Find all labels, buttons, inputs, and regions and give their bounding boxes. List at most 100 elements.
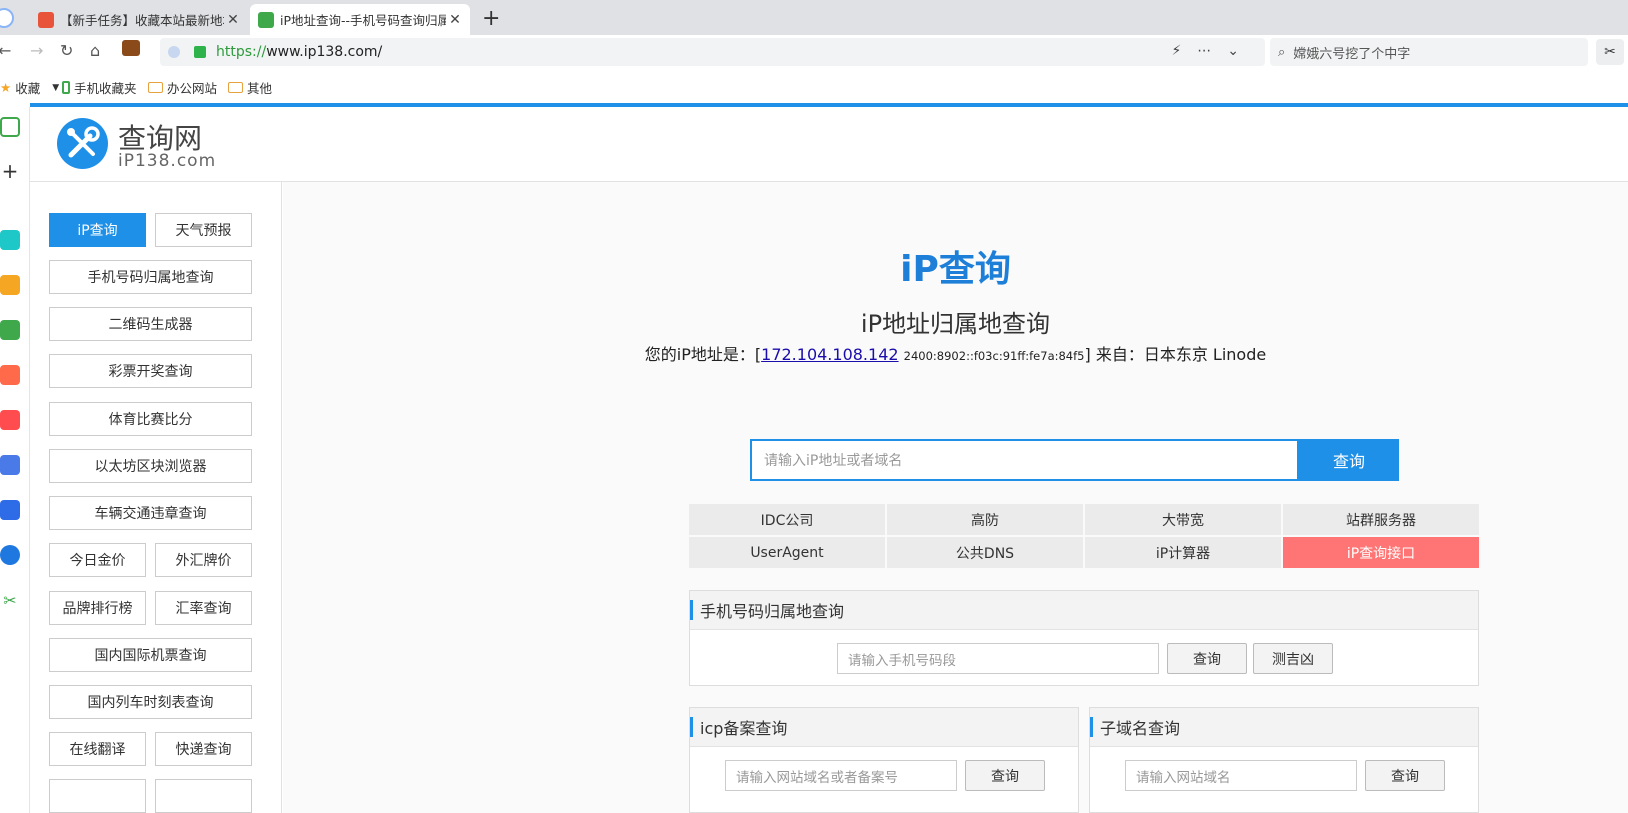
phone-location-panel: 手机号码归属地查询 请输入手机号码段 查询 测吉凶 <box>689 590 1479 686</box>
bookmark-label: 其他 <box>247 81 273 96</box>
ip-search-button[interactable]: 查询 <box>1299 439 1399 481</box>
ip-info-line: 您的iP地址是：[172.104.108.142 2400:8902::f03c… <box>283 341 1628 365</box>
forward-icon[interactable]: → <box>30 41 43 60</box>
image-ai-icon[interactable] <box>0 320 20 340</box>
link-public-dns[interactable]: 公共DNS <box>887 537 1083 568</box>
sidebar-item-lottery[interactable]: 彩票开奖查询 <box>49 354 252 388</box>
close-icon[interactable]: ✕ <box>446 12 464 28</box>
tab-title: 【新手任务】收藏本站最新地址 <box>60 13 224 28</box>
sidebar-item-brand-rank[interactable]: 品牌排行榜 <box>49 591 146 625</box>
link-ip-calculator[interactable]: iP计算器 <box>1085 537 1281 568</box>
icp-panel: icp备案查询 请输入网站域名或者备案号 查询 <box>689 707 1079 813</box>
sidebar-item-more[interactable] <box>155 779 252 813</box>
briefcase-icon[interactable] <box>122 40 140 56</box>
sidebar-item-forex[interactable]: 外汇牌价 <box>155 543 252 577</box>
add-icon[interactable]: + <box>0 161 20 182</box>
bookmark-label: 手机收藏夹 <box>74 81 137 96</box>
site-header: 查询网 iP138.com <box>30 107 1628 182</box>
pdf-ai-icon[interactable] <box>0 365 20 385</box>
scissors-icon[interactable]: ✂ <box>1596 39 1624 65</box>
logo-domain[interactable]: iP138.com <box>118 151 216 171</box>
tab-ip138[interactable]: iP地址查询--手机号码查询归属地 ✕ <box>250 4 470 35</box>
page-subtitle: iP地址归属地查询 <box>860 310 1051 338</box>
bookmark-other[interactable]: 其他 <box>228 78 272 97</box>
sidebar-item-flights[interactable]: 国内国际机票查询 <box>49 638 252 672</box>
sidebar-item-ethereum[interactable]: 以太坊区块浏览器 <box>49 449 252 483</box>
url-protocol: https:// <box>216 44 267 60</box>
subdomain-input[interactable]: 请输入网站域名 <box>1125 760 1357 791</box>
sidebar-item-express[interactable]: 快递查询 <box>155 732 252 766</box>
sidebar-item-sports[interactable]: 体育比赛比分 <box>49 402 252 436</box>
sidebar-item-gold[interactable]: 今日金价 <box>49 543 146 577</box>
phone-luck-button[interactable]: 测吉凶 <box>1253 643 1333 674</box>
ip-location: ] 来自：日本东京 Linode <box>1084 345 1267 364</box>
icp-query-button[interactable]: 查询 <box>965 760 1045 791</box>
edit-ai-icon[interactable] <box>0 455 20 475</box>
toolbar: ← → ↻ ⌂ https:// www.ip138.com/ ⚡⋯⌄ ⌕ 嫦娥… <box>0 35 1628 69</box>
link-idc[interactable]: IDC公司 <box>689 504 885 535</box>
close-icon[interactable]: ✕ <box>224 12 242 28</box>
sidebar-item-phone-location[interactable]: 手机号码归属地查询 <box>49 260 252 294</box>
folder-icon <box>228 82 243 93</box>
phone-icon <box>62 81 70 94</box>
search-placeholder: 嫦娥六号挖了个中字 <box>1293 46 1411 62</box>
site-info-icon[interactable] <box>168 46 180 58</box>
phone-input[interactable]: 请输入手机号码段 <box>837 643 1159 674</box>
star-icon: ★ <box>0 80 12 95</box>
bookmark-bar: ★ 收藏 ▼ 手机收藏夹 办公网站 其他 <box>0 69 1628 103</box>
document-ai-icon[interactable] <box>0 500 20 520</box>
search-icon: ⌕ <box>1278 44 1286 60</box>
phone-query-button[interactable]: 查询 <box>1167 643 1247 674</box>
star-icon[interactable] <box>0 275 20 295</box>
chevron-down-icon[interactable]: ▼ <box>52 83 59 93</box>
tab-new-task[interactable]: 【新手任务】收藏本站最新地址 ✕ <box>30 4 248 35</box>
page-title: iP查询 <box>900 249 1011 290</box>
back-icon[interactable]: ← <box>0 41 11 60</box>
subdomain-query-button[interactable]: 查询 <box>1365 760 1445 791</box>
bookmark-label: 办公网站 <box>167 81 218 96</box>
link-ddos[interactable]: 高防 <box>887 504 1083 535</box>
sidebar-item-ip-query[interactable]: iP查询 <box>49 213 146 247</box>
bookmark-mobile[interactable]: 手机收藏夹 <box>62 78 137 97</box>
link-useragent[interactable]: UserAgent <box>689 537 885 568</box>
tools-logo-icon[interactable] <box>57 118 108 169</box>
ip-search-input[interactable]: 请输入iP地址或者域名 <box>750 439 1299 481</box>
ip-address-link[interactable]: 172.104.108.142 <box>761 345 898 364</box>
translate-icon[interactable] <box>0 545 20 565</box>
panel-title: 手机号码归属地查询 <box>690 591 1478 630</box>
link-site-group[interactable]: 站群服务器 <box>1283 504 1479 535</box>
video-ai-icon[interactable] <box>0 410 20 430</box>
main-content: iP查询 iP地址归属地查询 您的iP地址是：[172.104.108.142 … <box>283 182 1628 813</box>
address-actions[interactable]: ⚡⋯⌄ <box>1171 43 1255 59</box>
lock-icon <box>194 46 206 58</box>
subdomain-panel: 子域名查询 请输入网站域名 查询 <box>1089 707 1479 813</box>
reload-icon[interactable]: ↻ <box>60 41 73 60</box>
new-tab-button[interactable]: + <box>482 6 500 31</box>
browser-sidebar-rail: + ✂ <box>0 107 30 813</box>
folder-icon <box>148 82 163 93</box>
link-bandwidth[interactable]: 大带宽 <box>1085 504 1281 535</box>
bookmark-office[interactable]: 办公网站 <box>148 78 217 97</box>
medical-icon[interactable] <box>0 230 20 250</box>
bookmark-favorites[interactable]: ★ 收藏 ▼ <box>0 78 59 97</box>
bookmark-label: 收藏 <box>15 81 41 96</box>
scissors-icon[interactable]: ✂ <box>0 591 20 611</box>
ipv6-address: 2400:8902::f03c:91ff:fe7a:84f5 <box>903 349 1085 363</box>
icp-placeholder: 请输入网站域名或者备案号 <box>736 769 898 786</box>
home-icon[interactable]: ⌂ <box>90 41 100 60</box>
home-icon[interactable] <box>0 117 20 137</box>
sidebar-item-traffic[interactable]: 车辆交通违章查询 <box>49 496 252 530</box>
browser-logo-icon[interactable] <box>0 8 14 28</box>
link-ip-api[interactable]: iP查询接口 <box>1283 537 1479 568</box>
sidebar-nav: iP查询 天气预报 手机号码归属地查询 二维码生成器 彩票开奖查询 体育比赛比分… <box>30 182 282 813</box>
sidebar-item-exchange-rate[interactable]: 汇率查询 <box>155 591 252 625</box>
tab-bar: 【新手任务】收藏本站最新地址 ✕ iP地址查询--手机号码查询归属地 ✕ + <box>0 0 1628 35</box>
address-bar[interactable]: https:// www.ip138.com/ ⚡⋯⌄ <box>160 38 1265 66</box>
sidebar-item-trains[interactable]: 国内列车时刻表查询 <box>49 685 252 719</box>
sidebar-item-qrcode[interactable]: 二维码生成器 <box>49 307 252 341</box>
browser-search[interactable]: ⌕ 嫦娥六号挖了个中字 <box>1270 38 1588 66</box>
icp-input[interactable]: 请输入网站域名或者备案号 <box>725 760 957 791</box>
sidebar-item-more[interactable] <box>49 779 146 813</box>
sidebar-item-weather[interactable]: 天气预报 <box>155 213 252 247</box>
sidebar-item-translate[interactable]: 在线翻译 <box>49 732 146 766</box>
